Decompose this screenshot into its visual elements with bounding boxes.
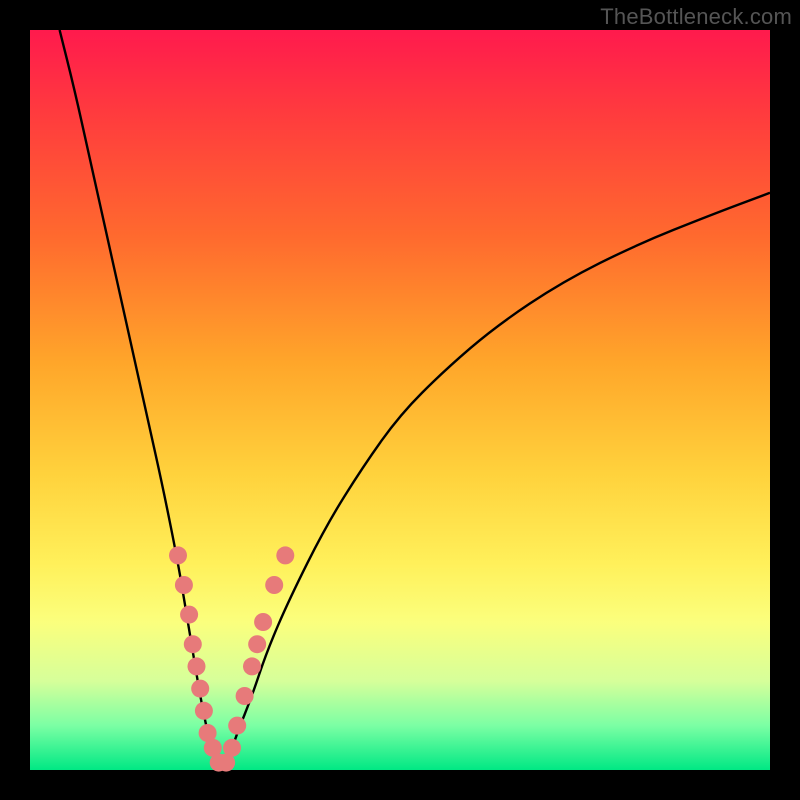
- data-marker: [191, 680, 209, 698]
- data-marker: [180, 606, 198, 624]
- data-marker: [228, 717, 246, 735]
- chart-frame: TheBottleneck.com: [0, 0, 800, 800]
- data-marker: [265, 576, 283, 594]
- data-marker: [195, 702, 213, 720]
- data-marker: [223, 739, 241, 757]
- data-marker: [236, 687, 254, 705]
- watermark-text: TheBottleneck.com: [600, 4, 792, 30]
- marker-group: [169, 546, 294, 771]
- data-marker: [188, 657, 206, 675]
- data-marker: [175, 576, 193, 594]
- data-marker: [254, 613, 272, 631]
- data-marker: [184, 635, 202, 653]
- curve-right-branch: [222, 193, 770, 770]
- data-marker: [169, 546, 187, 564]
- plot-area: [30, 30, 770, 770]
- bottleneck-curve: [60, 30, 770, 770]
- data-marker: [248, 635, 266, 653]
- data-marker: [276, 546, 294, 564]
- data-marker: [243, 657, 261, 675]
- chart-svg: [30, 30, 770, 770]
